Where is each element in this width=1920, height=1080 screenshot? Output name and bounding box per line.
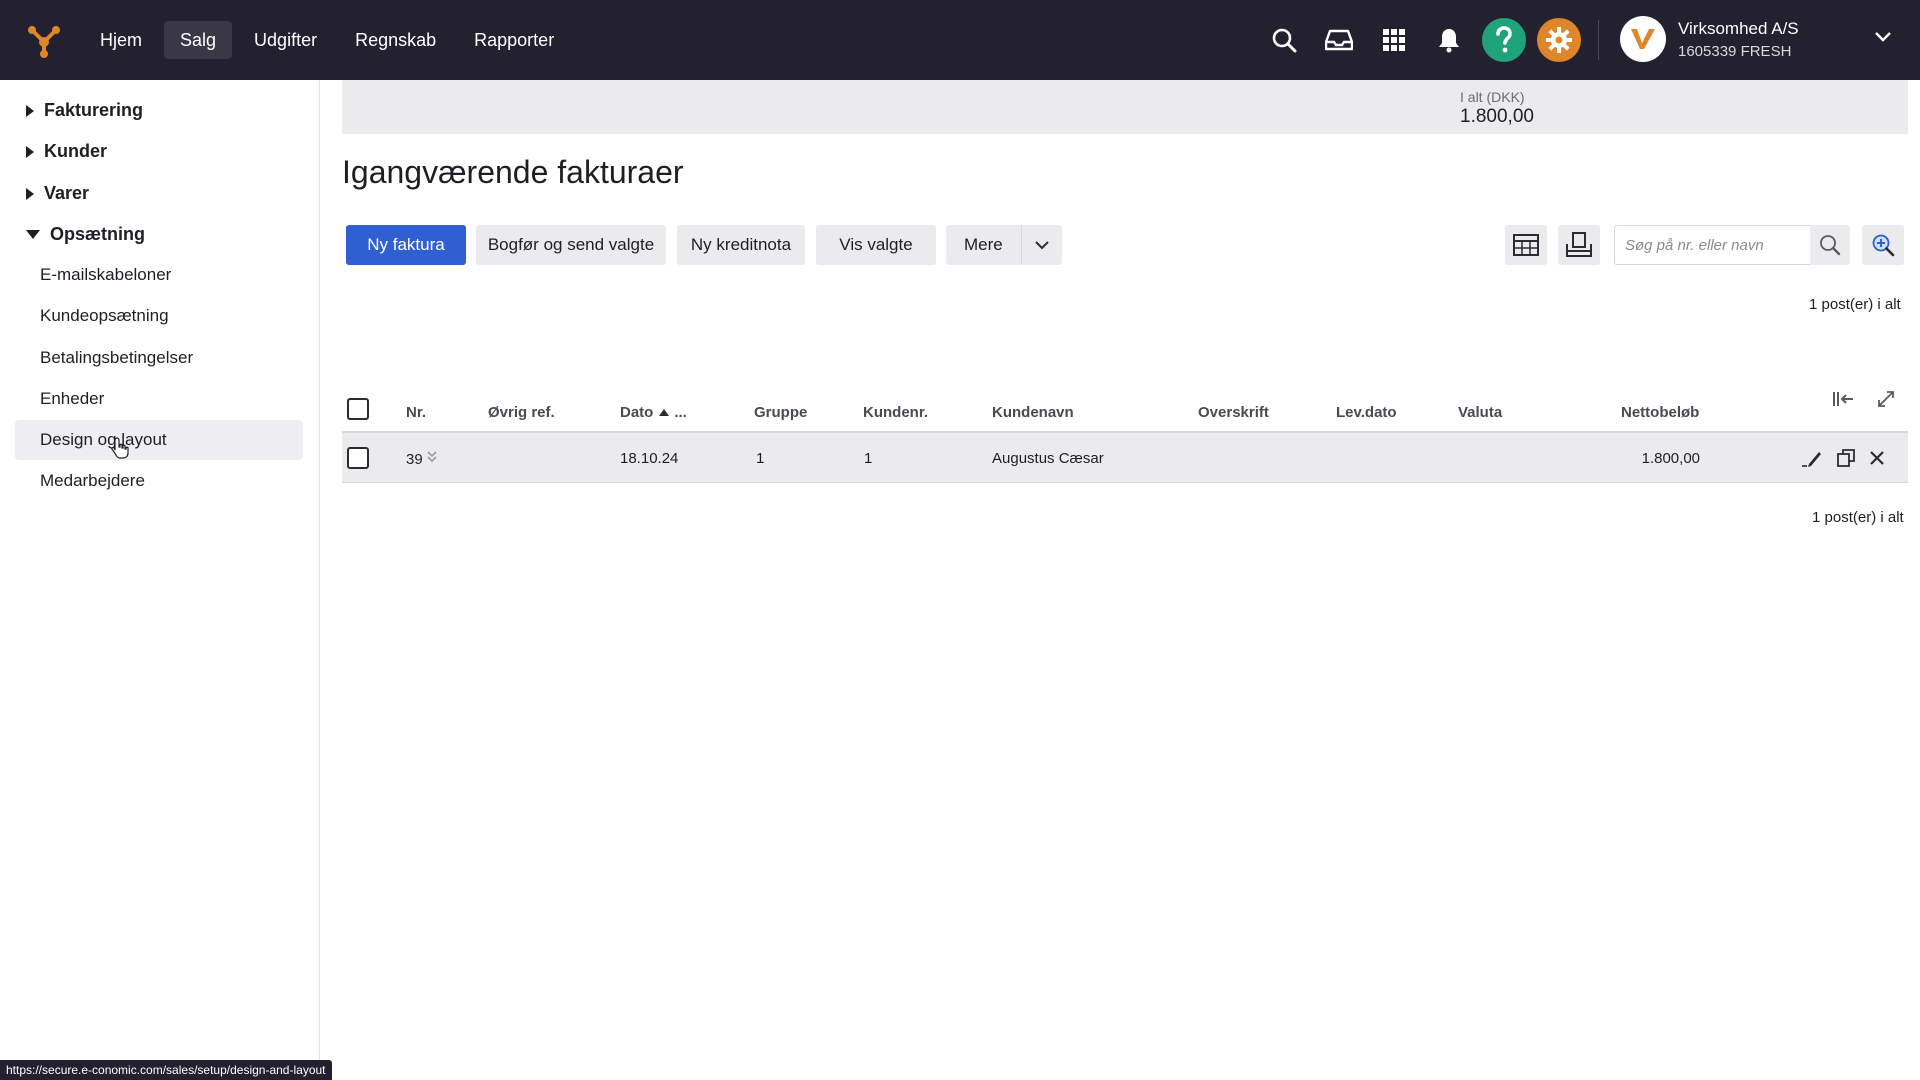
table-row[interactable]: 39 18.10.24 1 1 Augustus Cæsar 1.800,00	[342, 433, 1908, 483]
cell-net-amount: 1.800,00	[1641, 450, 1700, 467]
page-title: Igangværende fakturaer	[342, 154, 684, 190]
totals-bar: I alt (DKK) 1.800,00	[342, 80, 1908, 134]
column-header-net-amount[interactable]: Nettobeløb	[1621, 404, 1699, 421]
company-avatar-icon	[1620, 16, 1666, 62]
new-invoice-button[interactable]: Ny faktura	[346, 225, 466, 265]
column-header-group[interactable]: Gruppe	[754, 404, 807, 421]
print-icon[interactable]	[1558, 225, 1600, 265]
more-button[interactable]: Mere	[946, 225, 1021, 265]
inbox-icon[interactable]	[1317, 18, 1361, 62]
column-header-date[interactable]: Dato ...	[620, 404, 687, 421]
more-split-button: Mere	[946, 225, 1062, 265]
sidebar-group-kunder[interactable]: Kunder	[26, 141, 107, 162]
column-header-currency[interactable]: Valuta	[1458, 404, 1502, 421]
column-header-date-more: ...	[674, 404, 687, 421]
record-count-bottom: 1 post(er) i alt	[1812, 509, 1904, 526]
column-header-customer-no[interactable]: Kundenr.	[863, 404, 928, 421]
cell-group: 1	[756, 450, 765, 467]
app-logo-icon[interactable]	[24, 22, 62, 60]
search-input[interactable]	[1614, 225, 1810, 265]
column-header-delivery-date[interactable]: Lev.dato	[1336, 404, 1397, 421]
column-header-ref[interactable]: Øvrig ref.	[488, 404, 555, 421]
company-switcher[interactable]: Virksomhed A/S 1605339 FRESH	[1620, 16, 1799, 62]
caret-right-icon	[26, 104, 34, 117]
nav-item-salg[interactable]: Salg	[164, 21, 233, 59]
sidebar-group-label: Opsætning	[50, 224, 145, 244]
cell-date: 18.10.24	[620, 450, 679, 467]
help-icon[interactable]	[1482, 18, 1526, 62]
sort-ascending-icon	[659, 409, 670, 416]
caret-down-icon	[26, 230, 40, 239]
chevron-down-icon[interactable]	[1022, 225, 1062, 265]
record-count-top: 1 post(er) i alt	[1809, 296, 1901, 313]
cell-nr: 39	[406, 450, 438, 468]
search-icon[interactable]	[1262, 18, 1306, 62]
show-selected-button[interactable]: Vis valgte	[816, 225, 936, 265]
sidebar-group-opsaetning[interactable]: Opsætning	[26, 224, 145, 245]
sidebar-item-e-mailskabeloner[interactable]: E-mailskabeloner	[15, 255, 303, 295]
column-header-nr[interactable]: Nr.	[406, 404, 426, 421]
company-name: Virksomhed A/S	[1678, 18, 1799, 38]
edit-icon[interactable]	[1801, 447, 1823, 469]
sidebar-group-fakturering[interactable]: Fakturering	[26, 100, 143, 121]
close-icon[interactable]	[1866, 447, 1888, 469]
sidebar-item-kundeopsaetning[interactable]: Kundeopsætning	[15, 296, 303, 336]
book-and-send-button[interactable]: Bogfør og send valgte	[476, 225, 666, 265]
company-number: 1605339 FRESH	[1678, 42, 1792, 60]
topbar-divider	[1598, 20, 1599, 60]
apps-grid-icon[interactable]	[1372, 18, 1416, 62]
sidebar-item-betalingsbetingelser[interactable]: Betalingsbetingelser	[15, 338, 303, 378]
copy-icon[interactable]	[1835, 447, 1857, 469]
sidebar: Fakturering Kunder Varer Opsætning E-mai…	[0, 80, 320, 1080]
column-header-heading[interactable]: Overskrift	[1198, 404, 1269, 421]
cell-nr-value: 39	[406, 450, 423, 468]
main-nav: Hjem Salg Udgifter Regnskab Rapporter	[84, 21, 570, 59]
nav-item-udgifter[interactable]: Udgifter	[238, 21, 333, 59]
caret-right-icon	[26, 187, 34, 200]
totals-value: 1.800,00	[1460, 106, 1534, 127]
hand-cursor-icon	[111, 437, 129, 464]
table-view-icon[interactable]	[1505, 225, 1547, 265]
select-all-checkbox[interactable]	[347, 398, 369, 420]
new-credit-note-button[interactable]: Ny kreditnota	[677, 225, 805, 265]
double-chevron-down-icon[interactable]	[426, 450, 438, 468]
sidebar-group-varer[interactable]: Varer	[26, 183, 89, 204]
collapse-columns-icon[interactable]	[1832, 388, 1854, 410]
search-icon[interactable]	[1810, 225, 1850, 265]
column-header-date-label: Dato	[620, 404, 654, 421]
column-header-customer-name[interactable]: Kundenavn	[992, 404, 1074, 421]
table-header: Nr. Øvrig ref. Dato ... Gruppe Kundenr. …	[342, 388, 1908, 433]
top-navigation-bar: Hjem Salg Udgifter Regnskab Rapporter Vi…	[0, 0, 1920, 80]
row-checkbox[interactable]	[347, 447, 369, 469]
sidebar-item-enheder[interactable]: Enheder	[15, 379, 303, 419]
cell-customer-no: 1	[864, 450, 873, 467]
nav-item-hjem[interactable]: Hjem	[84, 21, 158, 59]
nav-item-rapporter[interactable]: Rapporter	[458, 21, 570, 59]
expand-icon[interactable]	[1875, 388, 1897, 410]
status-bar-url: https://secure.e-conomic.com/sales/setup…	[0, 1060, 332, 1080]
nav-item-regnskab[interactable]: Regnskab	[339, 21, 452, 59]
settings-icon[interactable]	[1537, 18, 1581, 62]
bell-icon[interactable]	[1427, 18, 1471, 62]
sidebar-group-label: Fakturering	[44, 100, 144, 120]
top-icon-bar	[1262, 18, 1592, 62]
chevron-down-icon[interactable]	[1874, 30, 1892, 48]
sidebar-group-label: Varer	[44, 183, 90, 203]
advanced-search-icon[interactable]	[1862, 225, 1904, 265]
sidebar-item-medarbejdere[interactable]: Medarbejdere	[15, 461, 303, 501]
sidebar-group-label: Kunder	[44, 141, 107, 161]
cell-customer-name: Augustus Cæsar	[992, 450, 1104, 467]
caret-right-icon	[26, 145, 34, 158]
sidebar-item-design-og-layout[interactable]: Design og layout	[15, 420, 303, 460]
totals-label: I alt (DKK)	[1460, 89, 1525, 105]
